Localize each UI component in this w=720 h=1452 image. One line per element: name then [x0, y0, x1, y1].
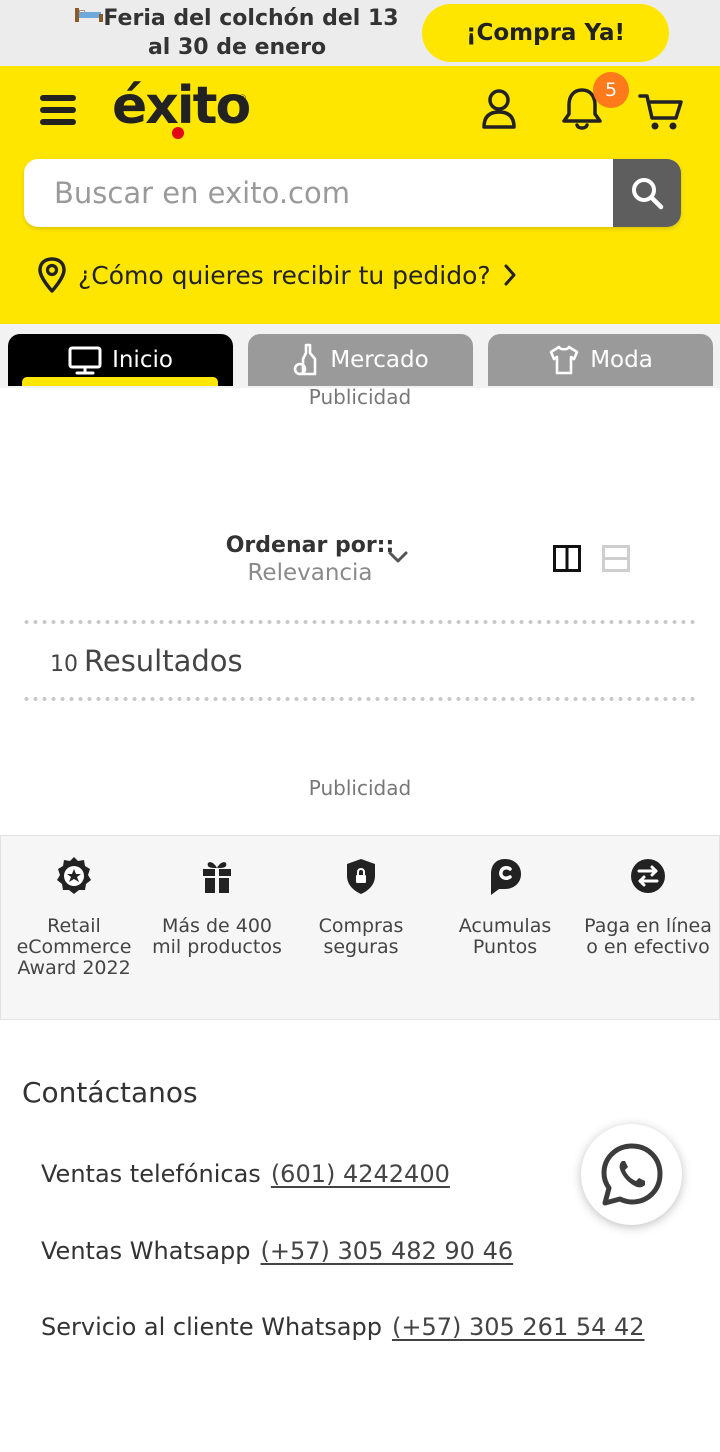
registered-mark: ® [238, 94, 247, 104]
contact-row-phone: Ventas telefónicas (601) 4242400 [41, 1160, 450, 1188]
exchange-icon [631, 859, 665, 893]
contact-row-whatsapp-service: Servicio al cliente Whatsapp (+57) 305 26… [41, 1313, 645, 1341]
tab-moda[interactable]: Moda [488, 334, 713, 386]
chevron-right-icon [504, 264, 516, 286]
benefit-label: Más de 400 mil productos [152, 915, 282, 958]
delivery-prompt: ¿Cómo quieres recibir tu pedido? [78, 260, 491, 290]
gift-icon [203, 862, 231, 893]
results-count: 10 [50, 652, 78, 677]
tab-label: Inicio [112, 347, 173, 373]
results-label: Resultados [84, 644, 243, 678]
divider [22, 620, 698, 624]
divider [22, 697, 698, 701]
contact-label: Ventas Whatsapp [41, 1237, 251, 1265]
promo-text-block: Feria del colchón del 13 al 30 de enero [62, 4, 412, 62]
tab-label: Moda [590, 347, 653, 373]
list-view-icon[interactable] [602, 545, 630, 572]
bed-icon [75, 8, 104, 22]
ad-label-bottom: Publicidad [308, 776, 412, 800]
benefit-label: Compras seguras [318, 915, 404, 958]
logo-dot [172, 127, 184, 139]
promo-text: Feria del colchón del 13 al 30 de enero [103, 6, 399, 60]
tab-mercado[interactable]: Mercado [248, 334, 473, 386]
cart-icon[interactable] [638, 92, 684, 132]
contact-label: Ventas telefónicas [41, 1160, 261, 1188]
delivery-selector[interactable]: ¿Cómo quieres recibir tu pedido? [36, 253, 517, 297]
site-header: éxito ® 5 ¿Cómo quieres recibir tu pedid… [0, 66, 720, 324]
benefit-item: Más de 400 mil productos [145, 856, 289, 958]
contact-title: Contáctanos [22, 1076, 198, 1109]
contact-row-whatsapp-sales: Ventas Whatsapp (+57) 305 482 90 46 [41, 1237, 513, 1265]
whatsapp-button[interactable] [581, 1124, 682, 1225]
monitor-icon [68, 346, 102, 375]
grid-view-icon[interactable] [553, 545, 581, 572]
search-button[interactable] [613, 159, 681, 227]
bottle-icon [294, 343, 317, 376]
award-icon [57, 857, 91, 894]
shield-lock-icon [347, 859, 375, 894]
buy-now-button[interactable]: ¡Compra Ya! [422, 4, 669, 62]
search-input[interactable] [24, 159, 613, 227]
location-pin-icon [38, 257, 66, 293]
results-summary: 10 Resultados [50, 644, 243, 678]
whatsapp-sales-link[interactable]: (+57) 305 482 90 46 [261, 1237, 514, 1265]
chevron-down-icon[interactable] [386, 549, 410, 565]
phone-link[interactable]: (601) 4242400 [271, 1160, 450, 1188]
benefit-item: Retail eCommerce Award 2022 [2, 856, 146, 979]
shirt-icon [549, 345, 579, 375]
whatsapp-icon [601, 1143, 662, 1205]
tab-label: Mercado [330, 347, 429, 373]
contact-label: Servicio al cliente Whatsapp [41, 1313, 382, 1341]
notification-badge: 5 [593, 72, 629, 108]
user-icon[interactable] [480, 88, 518, 130]
promo-banner: Feria del colchón del 13 al 30 de enero … [0, 0, 720, 66]
benefit-item: Paga en línea o en efectivo [576, 856, 720, 958]
menu-icon[interactable] [40, 95, 76, 129]
benefits-strip: Retail eCommerce Award 2022 Más de 400 m… [0, 835, 720, 1020]
benefit-item: Acumulas Puntos [433, 856, 577, 958]
benefit-label: Acumulas Puntos [458, 915, 552, 958]
ad-label-top: Publicidad [308, 385, 412, 409]
benefit-label: Retail eCommerce Award 2022 [16, 915, 132, 979]
whatsapp-service-link[interactable]: (+57) 305 261 54 42 [392, 1313, 645, 1341]
search-icon [632, 178, 664, 210]
benefit-label: Paga en línea o en efectivo [584, 915, 712, 958]
search-bar [24, 159, 681, 227]
points-icon [491, 859, 521, 895]
benefit-item: Compras seguras [289, 856, 433, 958]
